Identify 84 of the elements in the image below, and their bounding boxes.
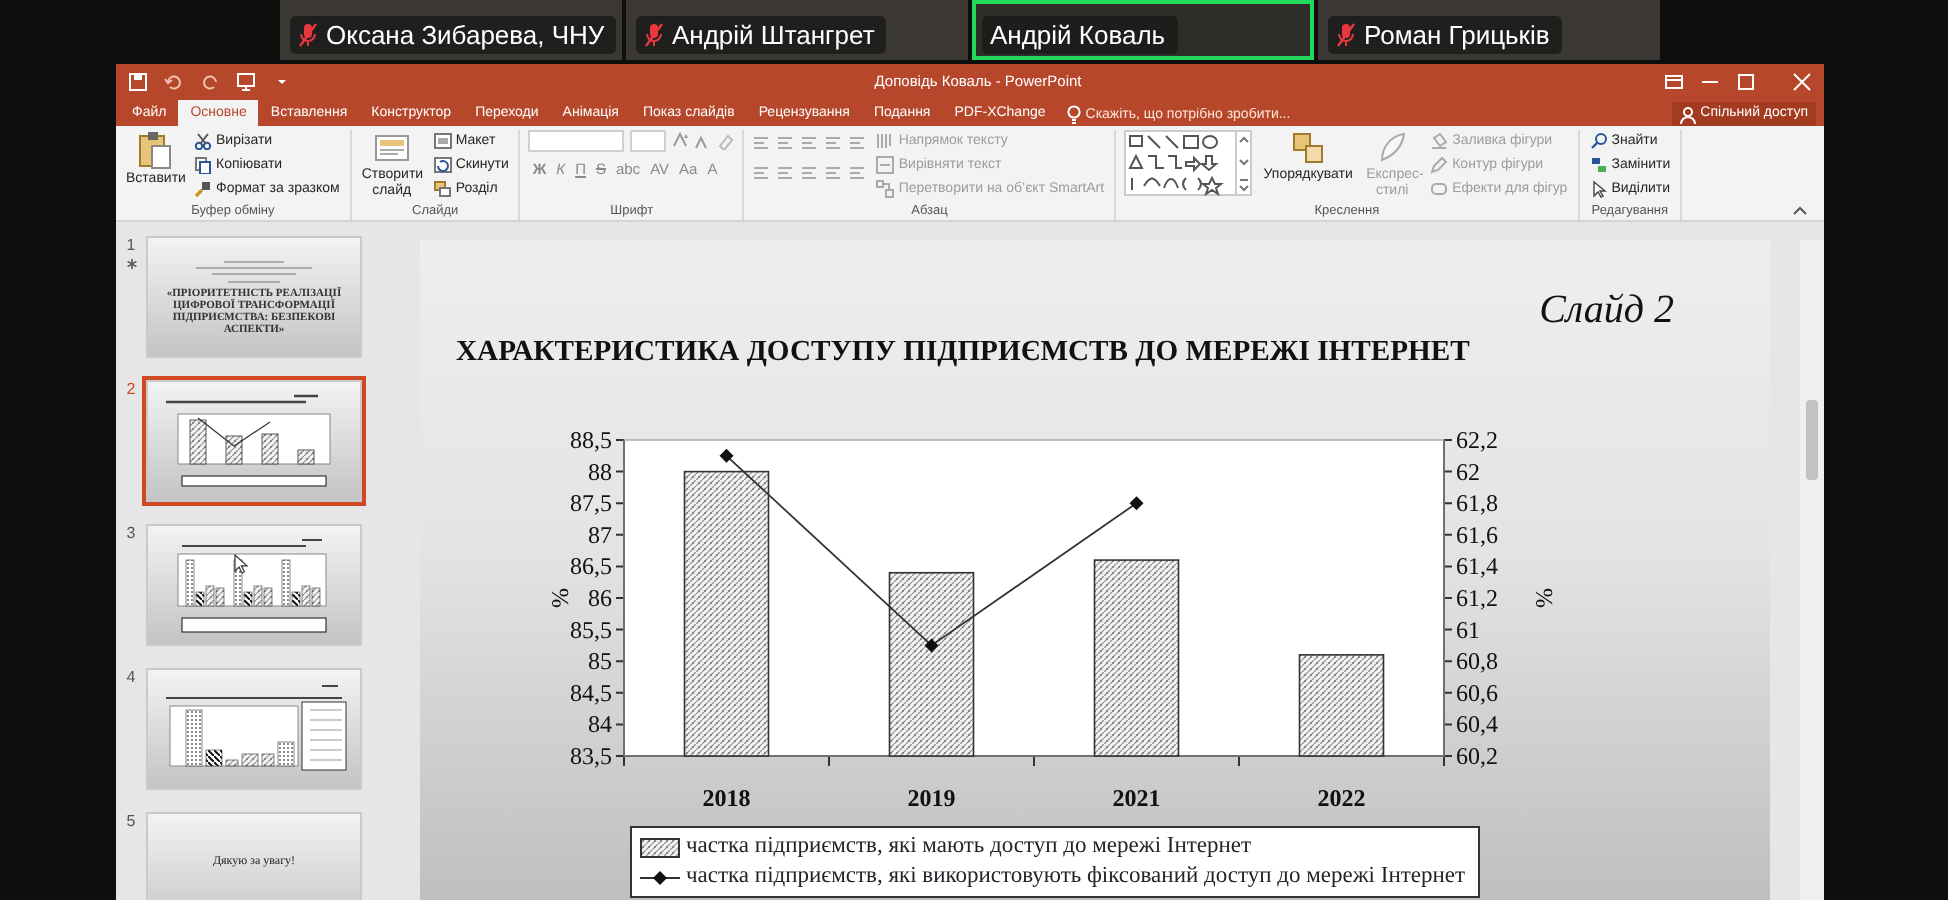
- slide-number: 1: [126, 236, 136, 254]
- axis-title: %: [1530, 588, 1558, 608]
- axis-tick-label: 60,6: [1456, 678, 1498, 707]
- slide-number: 5: [126, 812, 136, 830]
- effects-icon: [1430, 180, 1449, 198]
- justify-icon[interactable]: [824, 164, 843, 182]
- smartart-icon: [876, 180, 895, 198]
- slide-number-label: Слайд 2: [1539, 288, 1674, 332]
- data-point-marker: [1129, 496, 1144, 511]
- axis-tick-label: 62,2: [1456, 426, 1498, 454]
- arrange-icon: [1290, 130, 1327, 166]
- legend-label: частка підприємств, які мають доступ до мережі Інтернет: [686, 832, 1252, 862]
- copy-icon: [194, 156, 212, 174]
- axis-tick-label: 84: [588, 710, 612, 739]
- reset-icon: [433, 156, 452, 174]
- text-line-drawing: [224, 277, 284, 287]
- axis-tick-label: 61,2: [1456, 584, 1498, 612]
- axis-tick-label: 88: [588, 457, 612, 486]
- mouse-cursor-icon: [233, 553, 247, 573]
- participant-name: Андрій Штангрет: [672, 18, 875, 54]
- category-label: 2018: [702, 784, 751, 812]
- axis-tick-label: 88,5: [570, 426, 612, 454]
- axis-tick-label: 83,5: [570, 742, 612, 770]
- save-icon[interactable]: [128, 72, 148, 92]
- category-label: 2021: [1112, 784, 1161, 812]
- replace-icon: [1589, 156, 1608, 174]
- pen-icon: [1430, 156, 1449, 174]
- data-point-marker: [719, 448, 734, 463]
- axis-tick-label: 84,5: [570, 678, 612, 707]
- axis-title: %: [546, 588, 574, 608]
- scissors-icon: [194, 132, 212, 150]
- ribbon-display-icon[interactable]: [1664, 72, 1684, 92]
- layout-icon: [433, 132, 452, 150]
- axis-tick-label: 62: [1456, 457, 1480, 486]
- axis-tick-label: 61,6: [1456, 520, 1498, 549]
- brush-icon: [194, 180, 212, 198]
- undo-icon[interactable]: [164, 72, 184, 92]
- axis-tick-label: 85: [588, 647, 612, 676]
- participant-name: Оксана Зибарева, ЧНУ: [326, 18, 605, 54]
- participant-name: Роман Грицьків: [1364, 18, 1550, 54]
- slide-number: 3: [126, 524, 136, 542]
- category-label: 2022: [1317, 784, 1366, 812]
- axis-tick-label: 60,2: [1456, 742, 1498, 770]
- vertical-scrollbar[interactable]: [1800, 240, 1824, 900]
- close-icon[interactable]: [1792, 72, 1812, 92]
- align-icon: [876, 156, 895, 174]
- align-center-icon[interactable]: [776, 164, 795, 182]
- pointer-icon: [1589, 180, 1608, 198]
- axis-tick-label: 87: [588, 520, 612, 549]
- bar: [1298, 654, 1385, 757]
- slide-number: 2: [126, 380, 136, 398]
- axis-tick-label: 87,5: [570, 489, 612, 518]
- data-point-marker: [924, 638, 939, 653]
- axis-tick-label: 60,4: [1456, 710, 1498, 739]
- axis-tick-label: 86: [588, 584, 612, 612]
- font-size-field[interactable]: [630, 130, 667, 152]
- align-left-icon[interactable]: [752, 164, 771, 182]
- bucket-icon: [1430, 132, 1449, 150]
- grow-font-icon[interactable]: [672, 132, 689, 150]
- slide-number: 4: [126, 668, 136, 686]
- presentation-icon[interactable]: [236, 72, 256, 92]
- collapse-ribbon-icon[interactable]: [1792, 204, 1808, 216]
- legend-swatch-icon: [640, 869, 680, 885]
- align-right-icon[interactable]: [800, 164, 819, 182]
- axis-tick-label: 61: [1456, 615, 1480, 644]
- shapes-gallery-drawing[interactable]: [1124, 130, 1253, 196]
- shrink-font-icon[interactable]: [694, 132, 711, 150]
- axis-tick-label: 60,8: [1456, 647, 1498, 676]
- maximize-icon[interactable]: [1736, 72, 1756, 92]
- legend-label: частка підприємств, які використовують фіксований доступ до мережі Інтернет: [686, 862, 1466, 892]
- legend-swatch-icon: [640, 837, 680, 857]
- slide-title: ХАРАКТЕРИСТИКА ДОСТУПУ ПІДПРИЄМСТВ ДО МЕРЕЖІ ІНТЕРНЕТ: [456, 334, 1470, 372]
- category-label: 2019: [907, 784, 956, 812]
- axis-tick-label: 61,4: [1456, 552, 1498, 581]
- participant-name: Андрій Коваль: [990, 18, 1166, 54]
- axis-tick-label: 86,5: [570, 552, 612, 581]
- axis-tick-label: 61,8: [1456, 489, 1498, 518]
- clear-format-icon[interactable]: [716, 132, 735, 150]
- font-name-field[interactable]: [528, 130, 625, 152]
- axis-tick-label: 85,5: [570, 615, 612, 644]
- search-icon: [1589, 132, 1608, 150]
- section-icon: [433, 180, 452, 198]
- text-direction-icon: [876, 132, 895, 150]
- redo-icon[interactable]: [200, 72, 220, 92]
